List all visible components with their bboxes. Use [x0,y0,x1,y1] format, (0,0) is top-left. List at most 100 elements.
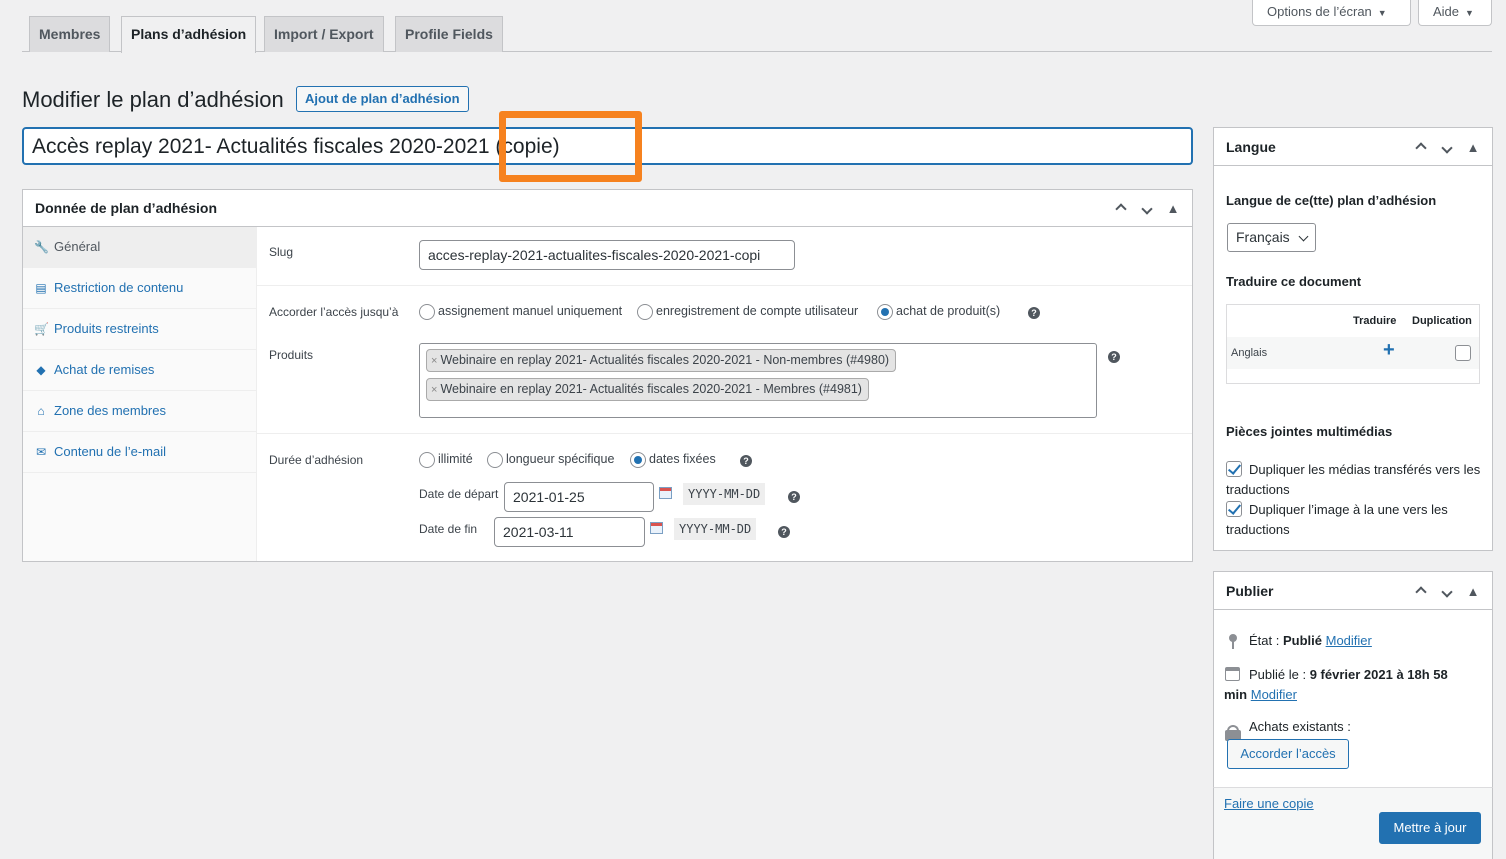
start-date-input[interactable]: 2021-01-25 [504,482,654,512]
nav-label: Achat de remises [54,362,155,377]
triangle-up-icon: ▲ [1166,201,1180,216]
remove-icon[interactable]: × [431,384,437,396]
edit-status-link[interactable]: Modifier [1326,633,1372,648]
help-icon[interactable]: ? [788,491,800,503]
grant-access-button[interactable]: Accorder l’accès [1227,739,1349,769]
plan-data-title: Donnée de plan d’adhésion [35,200,218,216]
chevron-up-icon [1115,203,1127,215]
caret-down-icon: ▼ [1465,8,1474,18]
help-icon[interactable]: ? [1108,351,1120,363]
add-plan-button[interactable]: Ajout de plan d’adhésion [296,86,469,112]
tab-profile-fields[interactable]: Profile Fields [395,16,503,52]
dup-featured-label: Dupliquer l’image à la une vers les trad… [1226,502,1448,537]
nav-label: Restriction de contenu [54,280,184,295]
duration-fixed-radio[interactable] [630,452,646,468]
handle-actions: ▲ [1408,128,1486,166]
col-duplicate: Duplication [1412,315,1472,327]
published-suffix: min [1224,687,1248,702]
status-value: Publié [1282,633,1322,648]
duration-specific-radio[interactable] [487,452,503,468]
toggle-panel-button[interactable]: ▲ [1460,584,1486,599]
row-language-label: Anglais [1231,347,1268,359]
move-down-button[interactable] [1134,201,1160,216]
access-manual-label: assignement manuel uniquement [438,304,623,318]
nav-label: Contenu de l’e-mail [54,444,167,459]
duration-fixed-label: dates fixées [649,452,716,466]
calendar-icon[interactable] [650,522,663,534]
help-icon[interactable]: ? [778,526,790,538]
nav-content-restriction[interactable]: ▤ Restriction de contenu [23,268,256,309]
remove-icon[interactable]: × [431,355,437,367]
tab-membres[interactable]: Membres [29,16,111,52]
help-button[interactable]: Aide ▼ [1418,0,1492,26]
chevron-down-icon [1441,585,1453,598]
chevron-up-icon [1415,141,1427,154]
email-icon: ✉ [35,445,47,459]
slug-label: Slug [269,245,294,259]
toggle-panel-button[interactable]: ▲ [1460,140,1486,155]
start-date-label: Date de départ [419,487,499,501]
purchases-label: Achats existants : [1249,719,1351,734]
update-button[interactable]: Mettre à jour [1379,812,1481,844]
products-label: Produits [269,348,314,362]
duplicate-checkbox[interactable] [1455,345,1471,361]
triangle-up-icon: ▲ [1466,583,1480,599]
language-select-value: Français [1236,229,1290,245]
product-chip-label: Webinaire en replay 2021- Actualités fis… [440,353,890,367]
nav-email-content[interactable]: ✉ Contenu de l’e-mail [23,432,256,473]
language-select[interactable]: Français [1227,223,1316,252]
page-title: Modifier le plan d’adhésion [22,87,284,112]
move-up-button[interactable] [1108,201,1134,216]
move-down-button[interactable] [1434,140,1460,155]
product-chip[interactable]: × Webinaire en replay 2021- Actualités fi… [426,349,897,372]
translation-table: Traduire Duplication Anglais + [1226,304,1480,384]
end-date-label: Date de fin [419,522,478,536]
dup-media-label: Dupliquer les médias transférés vers les… [1226,462,1481,497]
translate-doc-label: Traduire ce document [1226,274,1362,289]
row-separator [257,433,1192,434]
access-purchase-radio[interactable] [877,304,893,320]
screen-options-button[interactable]: Options de l’écran ▼ [1252,0,1411,26]
duration-unlimited-radio[interactable] [419,452,435,468]
nav-general[interactable]: 🔧 Général [23,227,256,268]
make-copy-link[interactable]: Faire une copie [1224,796,1314,811]
toggle-panel-button[interactable]: ▲ [1160,201,1186,216]
help-icon[interactable]: ? [740,455,752,467]
row-separator [257,285,1192,286]
published-value: 9 février 2021 à 18h 58 [1309,667,1448,682]
move-up-button[interactable] [1408,140,1434,155]
help-label: Aide [1433,4,1460,19]
help-icon[interactable]: ? [1028,307,1040,319]
caret-down-icon: ▼ [1377,8,1387,18]
published-label: Publié le : [1249,667,1307,682]
edit-date-link[interactable]: Modifier [1251,687,1297,702]
chevron-down-icon [1298,231,1309,242]
published-row-cont: min Modifier [1224,687,1297,702]
move-up-button[interactable] [1408,584,1434,599]
date-format-hint: YYYY-MM-DD [683,483,766,505]
end-date-input[interactable]: 2021-03-11 [494,517,645,547]
slug-input[interactable]: acces-replay-2021-actualites-fiscales-20… [419,240,795,270]
handle-actions: ▲ [1408,572,1486,610]
product-chip-label: Webinaire en replay 2021- Actualités fis… [440,382,862,396]
title-input[interactable]: Accès replay 2021- Actualités fiscales 2… [22,127,1193,165]
calendar-icon[interactable] [659,487,672,499]
nav-members-area[interactable]: ⌂ Zone des membres [23,391,256,432]
nav-restricted-products[interactable]: 🛒 Produits restreints [23,309,256,350]
products-select[interactable]: × Webinaire en replay 2021- Actualités fi… [419,343,1097,418]
published-row: Publié le : 9 février 2021 à 18h 58 [1249,667,1448,682]
plan-data-nav: 🔧 Général ▤ Restriction de contenu 🛒 Produi… [23,227,257,561]
add-translation-icon[interactable]: + [1383,339,1395,362]
access-manual-radio[interactable] [419,304,435,320]
tag-icon: ◆ [36,363,46,377]
move-down-button[interactable] [1434,584,1460,599]
calendar-icon [1225,667,1240,681]
tab-import-export[interactable]: Import / Export [264,16,384,52]
nav-label: Produits restreints [54,321,159,336]
nav-purchase-discounts[interactable]: ◆ Achat de remises [23,350,256,391]
wrench-icon: 🔧 [34,240,49,254]
product-chip[interactable]: × Webinaire en replay 2021- Actualités fi… [426,378,869,401]
tab-plans-adhesion[interactable]: Plans d’adhésion [121,16,257,53]
access-signup-radio[interactable] [637,304,653,320]
triangle-up-icon: ▲ [1466,139,1480,155]
